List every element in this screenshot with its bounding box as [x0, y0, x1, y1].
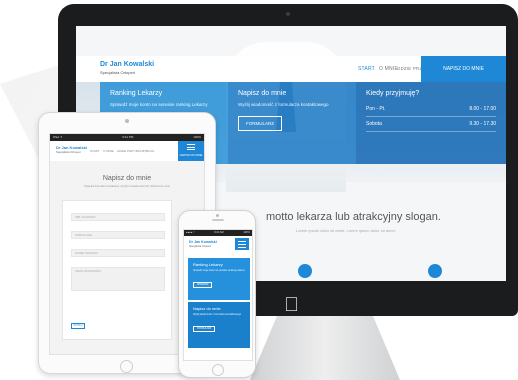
ipad-navbar: Dr Jan Kowalski Specjalista Ortoped STAR… — [50, 141, 204, 161]
send-button[interactable]: WYŚLIJ — [71, 323, 85, 329]
check-button[interactable]: SPRAWDŹ — [193, 282, 213, 289]
iphone-device: ●●●● ≈ 9:41 AM 100% Dr Jan Kowalski Spec… — [178, 210, 256, 378]
hours-row: Pon - Pt. 8.00 - 17.00 — [366, 102, 496, 117]
imac-stand — [250, 316, 400, 380]
card-contact-text: Wyślij wiadomość z formularza kontaktowe… — [193, 313, 242, 316]
feature-icon — [298, 264, 312, 278]
card-ranking-title: Ranking Lekarzy — [193, 262, 223, 267]
hours-day: Sobota — [366, 121, 382, 127]
ipad-status-bar: iPad ✦ 9:41 PM 100% — [50, 134, 204, 141]
panel-contact: Napisz do mnie Wyślij wiadomość z formul… — [228, 82, 356, 164]
form-button[interactable]: FORMULARZ — [193, 326, 216, 333]
brand-tagline: Specjalista Ortoped — [100, 70, 135, 75]
brand-name: Dr Jan Kowalski — [189, 240, 217, 244]
iphone-status-bar: ●●●● ≈ 9:41 AM 100% — [184, 230, 252, 236]
hours-time: 9.30 - 17.30 — [469, 121, 496, 127]
message-field[interactable]: TREŚĆ WIADOMOŚCI — [71, 267, 165, 291]
nav-link-start[interactable]: START — [90, 149, 100, 153]
card-contact: Napisz do mnie Wyślij wiadomość z formul… — [188, 302, 250, 348]
contact-title: Napisz do mnie — [102, 175, 152, 182]
nav-link-o-mnie[interactable]: O MNIE — [103, 149, 114, 153]
brand-name: Dr Jan Kowalski — [100, 61, 155, 68]
nav-link-gdzie[interactable]: GDZIE PRZYJMUJĘ? — [117, 149, 146, 153]
card-ranking: Ranking Lekarzy Sprawdź moje konto na se… — [188, 258, 250, 300]
hours-day: Pon - Pt. — [366, 106, 386, 112]
email-field[interactable]: ADRES E-MAIL — [71, 231, 165, 239]
feature-icon — [428, 264, 442, 278]
ipad-home-button[interactable] — [120, 360, 133, 373]
form-button[interactable]: FORMULARZ — [238, 116, 282, 131]
card-contact-title: Napisz do mnie — [193, 306, 221, 311]
status-battery: 100% — [193, 135, 201, 139]
name-field[interactable]: IMIĘ I NAZWISKO — [71, 213, 165, 221]
status-time: 9:41 AM — [214, 231, 224, 234]
contact-form: IMIĘ I NAZWISKO ADRES E-MAIL NUMER TELEF… — [62, 200, 172, 340]
status-carrier: iPad ✦ — [53, 135, 63, 139]
iphone-logo[interactable]: Dr Jan Kowalski Specjalista Ortoped — [189, 240, 217, 249]
iphone-camera — [216, 214, 219, 217]
iphone-speaker — [212, 219, 224, 221]
ipad-camera — [125, 119, 129, 123]
apple-logo-icon:  — [284, 295, 299, 315]
brand-tagline: Specjalista Ortoped — [189, 244, 211, 248]
ipad-cta-label: NAPISZ DO MNIE — [179, 153, 203, 157]
status-time: 9:41 PM — [122, 135, 134, 139]
hours-row: Sobota 9.30 - 17.30 — [366, 117, 496, 132]
iphone-home-button[interactable] — [212, 364, 224, 376]
site-logo[interactable]: Dr Jan Kowalski Specjalista Ortoped — [100, 61, 154, 77]
status-signal: ●●●● ≈ — [186, 231, 195, 234]
contact-subtitle: Wypełnij formularz kontaktowy i wyślij m… — [84, 185, 170, 188]
nav-link-o-mnie[interactable]: O MNIE — [379, 66, 398, 72]
hours-time: 8.00 - 17.00 — [469, 106, 496, 112]
hamburger-menu-icon[interactable] — [235, 238, 249, 250]
panel-ranking-title: Ranking Lekarzy — [110, 90, 163, 97]
slogan-subtext: Lorem ipsum dolor sit amet. Lorem ipsum … — [296, 228, 396, 233]
imac-camera — [286, 12, 290, 16]
panel-contact-title: Napisz do mnie — [238, 90, 287, 97]
nav-link-start[interactable]: START — [358, 66, 375, 72]
iphone-screen: ●●●● ≈ 9:41 AM 100% Dr Jan Kowalski Spec… — [183, 229, 253, 361]
panel-ranking-text: Sprawdź moje konto na serwisie ranking L… — [110, 102, 208, 107]
hamburger-menu-icon[interactable] — [187, 144, 195, 150]
panel-hours: Kiedy przyjmuję? Pon - Pt. 8.00 - 17.00 … — [356, 82, 506, 164]
card-ranking-text: Sprawdź moje konto na serwisie ranking L… — [193, 269, 245, 272]
site-navbar: Dr Jan Kowalski Specjalista Ortoped STAR… — [76, 56, 506, 82]
brand-tagline: Specjalista Ortoped — [56, 150, 81, 154]
panel-contact-text: Wyślij wiadomość z formularza kontaktowe… — [238, 102, 329, 107]
ipad-cta-button[interactable]: NAPISZ DO MNIE — [178, 141, 204, 161]
phone-field[interactable]: NUMER TELEFONU — [71, 249, 165, 257]
slogan-heading: motto lekarza lub atrakcyjny slogan. — [266, 211, 441, 223]
nav-cta-button[interactable]: NAPISZ DO MNIE — [421, 56, 506, 82]
panel-hours-title: Kiedy przyjmuję? — [366, 90, 420, 97]
status-battery: 100% — [243, 231, 250, 234]
nav-link-blog[interactable]: BLOG — [146, 149, 154, 153]
ipad-logo[interactable]: Dr Jan Kowalski Specjalista Ortoped — [56, 145, 87, 155]
